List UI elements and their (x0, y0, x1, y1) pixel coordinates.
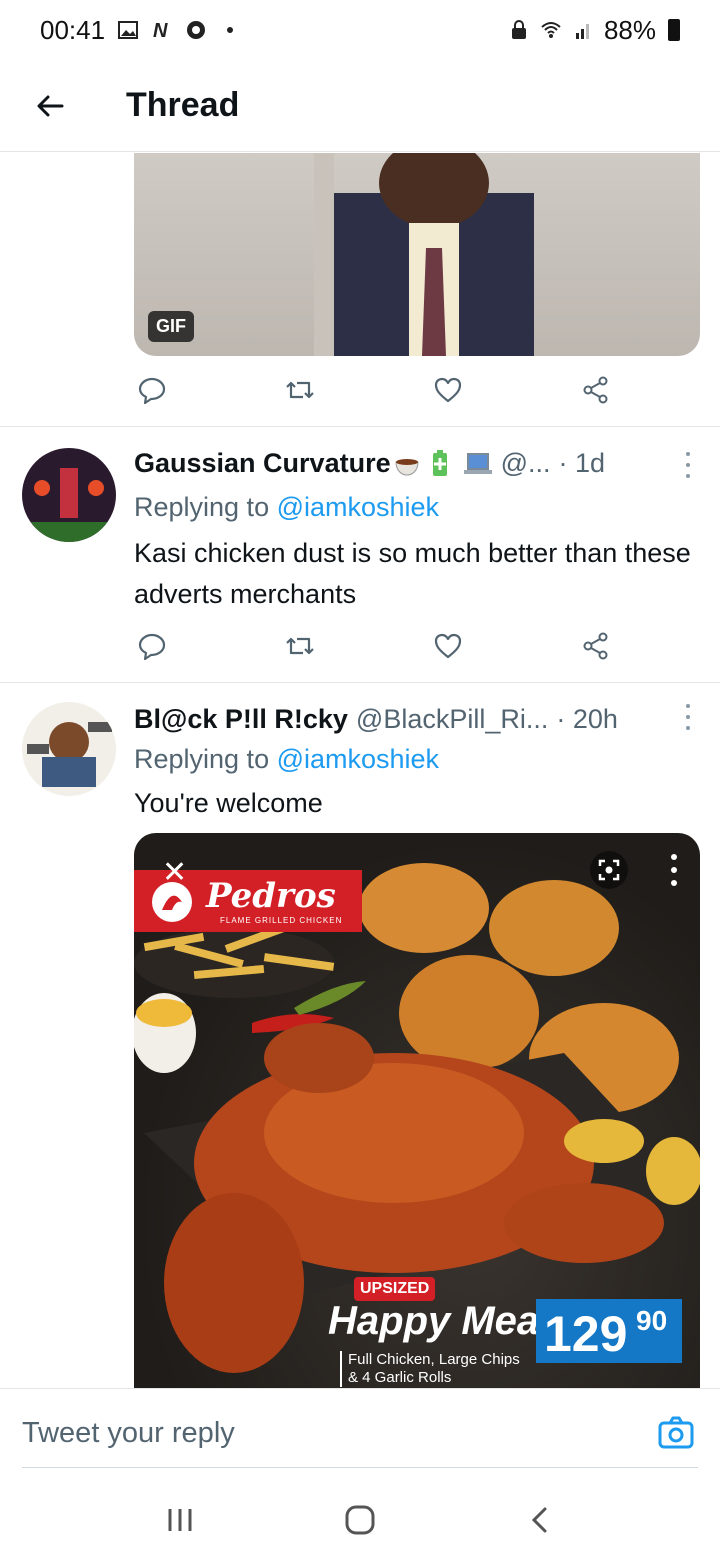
recent-apps-icon (168, 1509, 192, 1531)
price-cents: 90 (636, 1305, 668, 1336)
lens-button[interactable] (590, 851, 628, 889)
status-time: 00:41 (40, 14, 106, 45)
more-options-button[interactable] (684, 452, 692, 478)
like-button[interactable] (430, 628, 466, 664)
wifi-icon (541, 22, 561, 38)
reply-button[interactable] (134, 372, 170, 408)
recent-apps-button[interactable] (155, 1495, 205, 1545)
system-back-button[interactable] (515, 1495, 565, 1545)
brand-subtitle: FLAME GRILLED CHICKEN (220, 916, 343, 925)
tweet-header: Bl@ck P!ll R!cky @BlackPill_Ri... · 20h (134, 704, 700, 735)
tweet-media-image[interactable]: Pedros FLAME GRILLED CHICKEN ✕ UPSIZED H… (134, 833, 700, 1388)
reply-input[interactable]: Tweet your reply (22, 1417, 235, 1450)
reply-underline (22, 1467, 698, 1468)
avatar[interactable] (22, 448, 116, 542)
avatar[interactable] (22, 702, 116, 796)
ad-close-button[interactable]: ✕ (162, 855, 187, 890)
ad-subtitle: Full Chicken, Large Chips & 4 Garlic Rol… (340, 1351, 520, 1387)
timestamp[interactable]: · 1d (559, 448, 606, 479)
gif-image (314, 153, 534, 356)
price-main: 129 (544, 1306, 628, 1362)
battery-percent: 88% (603, 14, 656, 45)
home-icon (345, 1505, 375, 1535)
retweet-icon (286, 381, 314, 399)
laptop-emoji-icon (463, 452, 492, 474)
share-button[interactable] (578, 628, 614, 664)
tweet-header: Gaussian Curvature @... · 1d (134, 448, 700, 479)
mention-link[interactable]: @iamkoshiek (277, 492, 439, 522)
system-nav-bar (0, 1480, 720, 1560)
reply-icon (138, 377, 166, 405)
replying-to: Replying to @iamkoshiek (134, 492, 440, 522)
timestamp[interactable]: · 20h (556, 704, 618, 735)
lock-icon (511, 20, 526, 39)
battery-emoji-icon (432, 449, 447, 476)
arrow-left-icon (37, 95, 64, 116)
ad-badge: UPSIZED (354, 1277, 436, 1301)
gif-badge: GIF (148, 311, 194, 342)
more-options-button[interactable] (684, 704, 692, 730)
mention-link[interactable]: @iamkoshiek (277, 744, 439, 774)
share-button[interactable] (578, 372, 614, 408)
coffee-emoji-icon (395, 458, 419, 476)
ad-headline: Happy Meal (328, 1299, 551, 1343)
heart-icon (434, 377, 462, 403)
battery-icon (668, 19, 680, 41)
retweet-button[interactable] (282, 372, 318, 408)
share-icon (583, 632, 608, 660)
tweet-actions (134, 370, 614, 410)
status-bar: 00:41 N 88% (0, 0, 720, 60)
share-icon (583, 376, 608, 404)
brand-name: Pedros (206, 876, 336, 916)
tweet-actions (134, 626, 614, 666)
image-more-button[interactable] (660, 851, 688, 889)
n-icon: N (153, 20, 168, 41)
reply-button[interactable] (134, 628, 170, 664)
replying-to: Replying to @iamkoshiek (134, 744, 440, 774)
signal-icon (575, 24, 589, 39)
camera-icon (658, 1416, 694, 1449)
reply-icon (138, 633, 166, 661)
user-handle[interactable]: @... (501, 448, 551, 479)
retweet-button[interactable] (282, 628, 318, 664)
home-button[interactable] (335, 1495, 385, 1545)
avatar-image (22, 702, 116, 796)
chrome-icon (187, 21, 206, 39)
ad-price: 129 90 (536, 1299, 682, 1363)
svg-text:N: N (153, 20, 168, 41)
thread-header: Thread (0, 60, 720, 152)
gallery-icon (118, 21, 139, 39)
tweet-text: You're welcome (134, 788, 323, 818)
lens-icon (598, 859, 620, 881)
like-button[interactable] (430, 372, 466, 408)
back-button[interactable] (0, 60, 100, 152)
reply-bar: Tweet your reply (0, 1388, 720, 1480)
heart-icon (434, 633, 462, 659)
chevron-left-icon (531, 1507, 547, 1533)
display-name[interactable]: Bl@ck P!ll R!cky (134, 704, 348, 735)
dot-icon (227, 27, 234, 33)
page-title: Thread (126, 86, 240, 124)
gif-media[interactable]: GIF (134, 153, 700, 356)
retweet-icon (286, 637, 314, 655)
user-handle[interactable]: @BlackPill_Ri... (356, 704, 548, 735)
display-name[interactable]: Gaussian Curvature (134, 448, 391, 479)
camera-button[interactable] (656, 1413, 696, 1453)
tweet-text: Kasi chicken dust is so much better than… (134, 538, 691, 609)
avatar-image (22, 448, 116, 542)
